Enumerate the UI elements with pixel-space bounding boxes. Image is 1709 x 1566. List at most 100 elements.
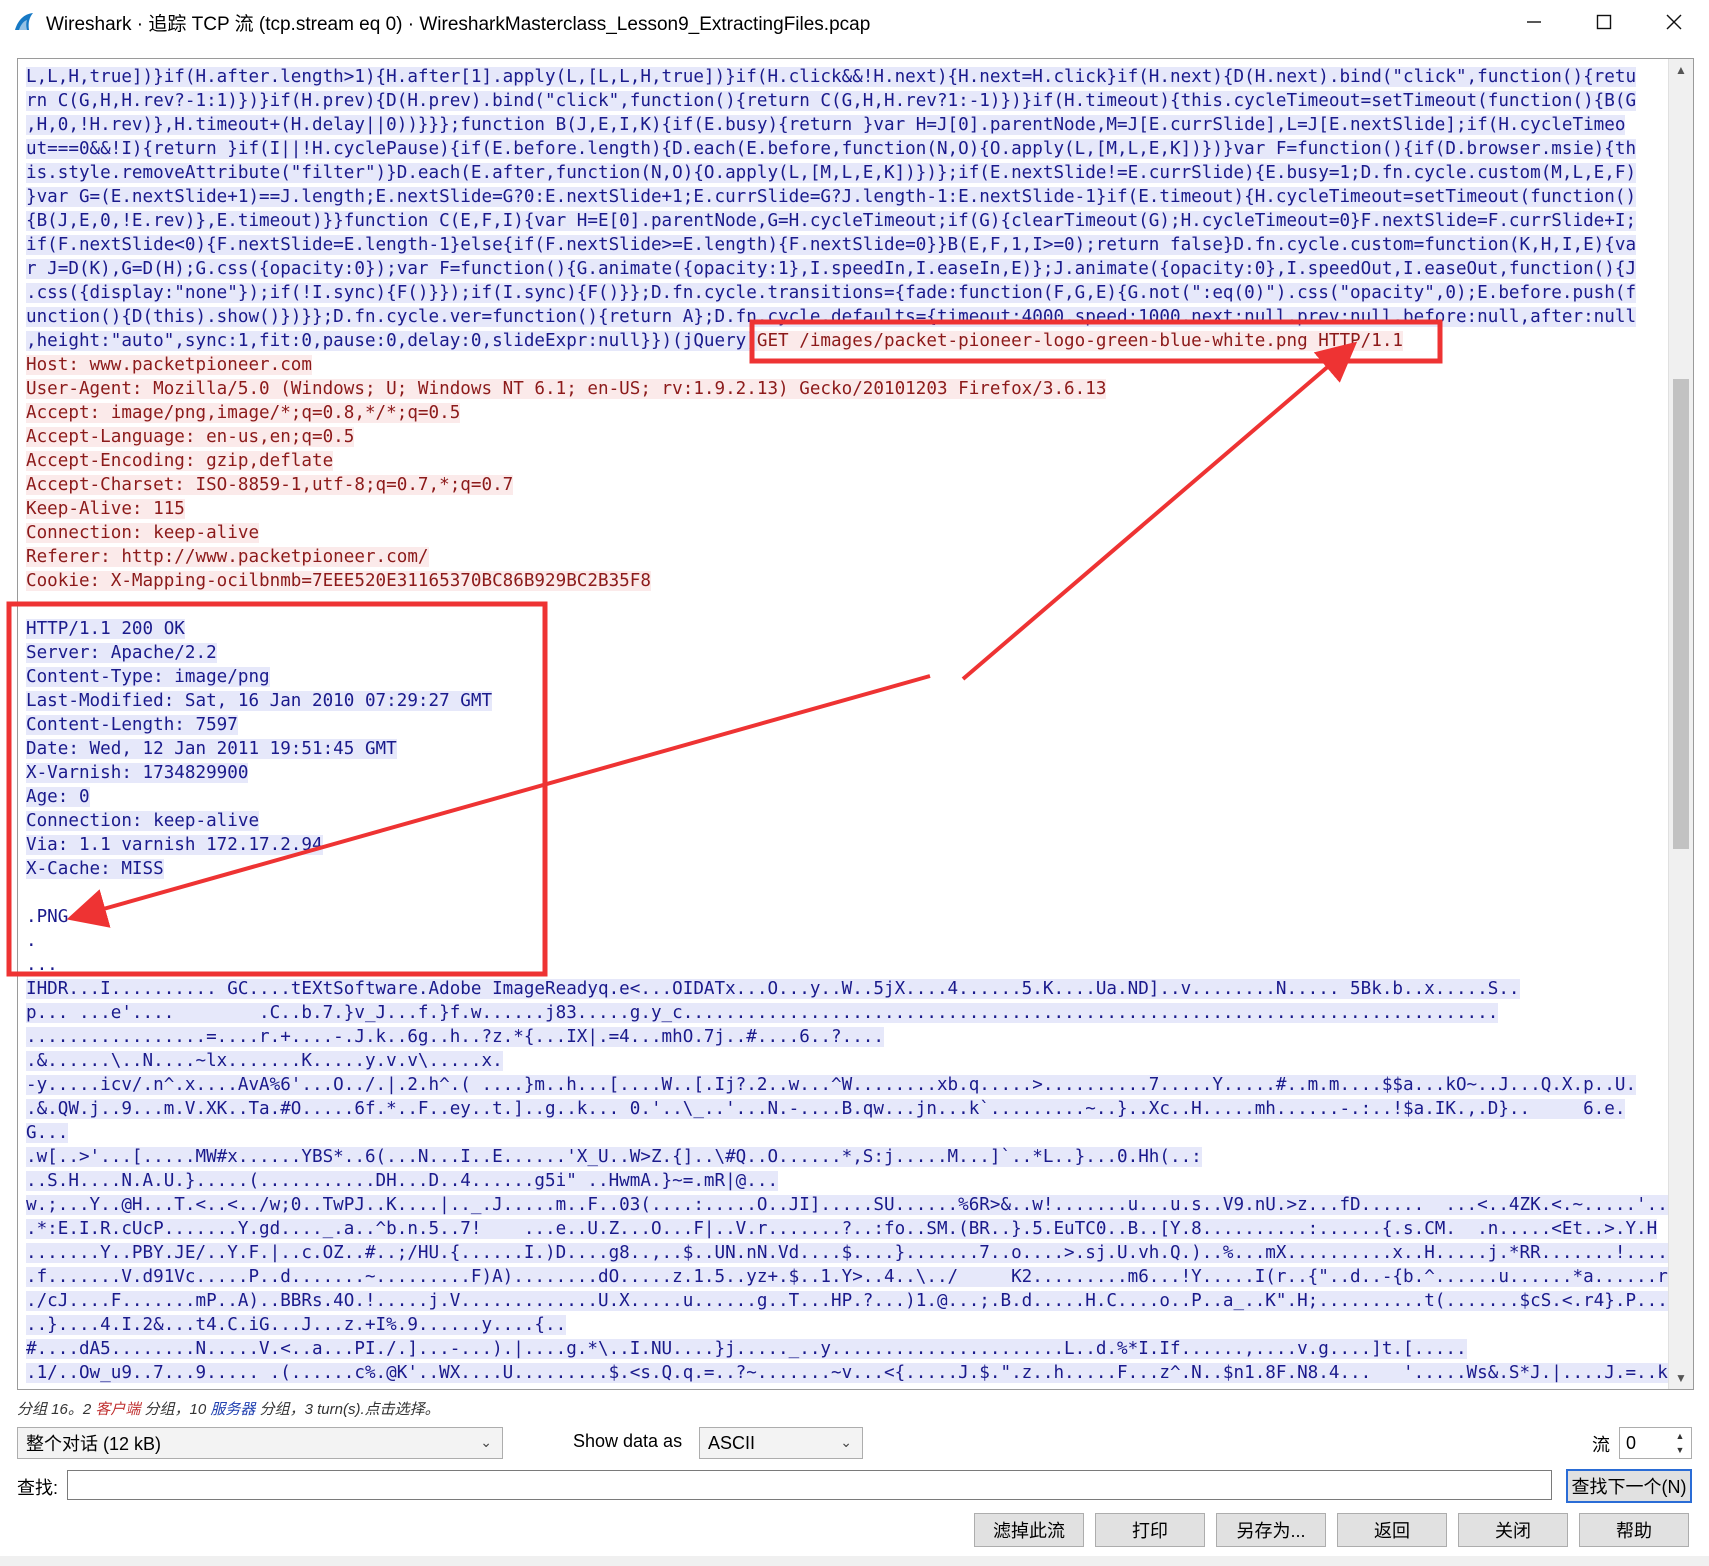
- stream-line[interactable]: ..S.H....N.A.U.}.....(...........DH...D.…: [26, 1169, 1666, 1193]
- stream-number-spinbox[interactable]: 0 ▲ ▼: [1619, 1427, 1692, 1459]
- server-data-segment[interactable]: .1/..Ow_u9..7...9..... .(......c%.@K'..W…: [26, 1363, 1693, 1383]
- stream-line[interactable]: Accept-Encoding: gzip,deflate: [26, 449, 1666, 473]
- scroll-down-icon[interactable]: ▼: [1669, 1367, 1693, 1389]
- server-data-segment[interactable]: r J=D(K),G=D(H);G.css({opacity:0});var F…: [26, 259, 1637, 279]
- stream-line[interactable]: w.;...Y..@H...T.<..<../w;0..TwPJ..K....|…: [26, 1193, 1679, 1217]
- stream-line[interactable]: Date: Wed, 12 Jan 2011 19:51:45 GMT: [26, 737, 1666, 761]
- scrollbar-thumb[interactable]: [1673, 379, 1689, 849]
- vertical-scrollbar[interactable]: ▲ ▼: [1668, 59, 1693, 1389]
- server-data-segment[interactable]: .PNG: [26, 907, 68, 927]
- server-data-segment[interactable]: .................=....r.+....-.J.k..6g..…: [26, 1027, 884, 1047]
- server-data-segment[interactable]: ./cJ....F.......mP..A)..BBRs.4O.!.....j.…: [26, 1291, 1689, 1311]
- client-data-segment[interactable]: Accept-Charset: ISO-8859-1,utf-8;q=0.7,*…: [26, 475, 514, 495]
- server-data-segment[interactable]: w.;...Y..@H...T.<..<../w;0..TwPJ..K....|…: [26, 1195, 1679, 1215]
- back-button[interactable]: 返回: [1337, 1513, 1447, 1547]
- server-data-segment[interactable]: ,H,0,!H.rev)},H.timeout+(H.delay||0))}}}…: [26, 115, 1626, 135]
- stream-line[interactable]: if(F.nextSlide<0){F.nextSlide=E.length-1…: [26, 233, 1666, 257]
- server-data-segment[interactable]: Connection: keep-alive: [26, 811, 260, 831]
- stream-content-pane[interactable]: L,L,H,true])}if(H.after.length>1){H.afte…: [17, 58, 1694, 1390]
- status-server-word[interactable]: 服务器: [210, 1401, 255, 1418]
- client-data-segment[interactable]: Keep-Alive: 115: [26, 499, 185, 519]
- stream-line[interactable]: Content-Length: 7597: [26, 713, 1666, 737]
- stream-line[interactable]: ,height:"auto",sync:1,fit:0,pause:0,dela…: [26, 329, 1666, 353]
- server-data-segment[interactable]: rn C(G,H,H.rev?-1:1)})}if(H.prev){D(H.pr…: [26, 91, 1637, 111]
- find-next-button[interactable]: 查找下一个(N): [1566, 1469, 1692, 1503]
- stream-line[interactable]: L,L,H,true])}if(H.after.length>1){H.afte…: [26, 65, 1666, 89]
- minimize-icon[interactable]: [1499, 0, 1569, 44]
- server-data-segment[interactable]: X-Varnish: 1734829900: [26, 763, 249, 783]
- server-data-segment[interactable]: Date: Wed, 12 Jan 2011 19:51:45 GMT: [26, 739, 397, 759]
- server-data-segment[interactable]: .f.......V.d91Vc.....P..d.......~.......…: [26, 1267, 1693, 1287]
- conversation-select[interactable]: 整个对话 (12 kB) ⌄: [17, 1427, 503, 1459]
- server-data-segment[interactable]: .css({display:"none"});if(!I.sync){F()}}…: [26, 283, 1637, 303]
- server-data-segment[interactable]: Content-Type: image/png: [26, 667, 270, 687]
- server-data-segment[interactable]: .: [26, 931, 37, 951]
- stream-line[interactable]: ,H,0,!H.rev)},H.timeout+(H.delay||0))}}}…: [26, 113, 1666, 137]
- stream-line[interactable]: .f.......V.d91Vc.....P..d.......~.......…: [26, 1265, 1693, 1289]
- close-icon[interactable]: [1639, 0, 1709, 44]
- stream-line[interactable]: p... ...e'.... .C..b.7.}v_J...f.}f.w....…: [26, 1001, 1666, 1025]
- stream-line[interactable]: #....dA5........N.....V.<..a...PI./.]...…: [26, 1337, 1666, 1361]
- stream-line[interactable]: .&......\..N....~lx.......K.....y.v.v\..…: [26, 1049, 1666, 1073]
- stream-line[interactable]: [26, 881, 1666, 905]
- scroll-up-icon[interactable]: ▲: [1669, 59, 1693, 81]
- stream-line[interactable]: IHDR...I.......... GC....tEXtSoftware.Ad…: [26, 977, 1666, 1001]
- server-data-segment[interactable]: .&......\..N....~lx.......K.....y.v.v\..…: [26, 1051, 503, 1071]
- stream-line[interactable]: ..}....4.I.2&...t4.C.iG...J...z.+I%.9...…: [26, 1313, 1666, 1337]
- stream-line[interactable]: .*:E.I.R.cUcP.......Y.gd...._.a..^b.n.5.…: [26, 1217, 1666, 1241]
- server-data-segment[interactable]: Content-Length: 7597: [26, 715, 238, 735]
- spin-up-icon[interactable]: ▲: [1671, 1429, 1689, 1443]
- stream-line[interactable]: [26, 593, 1666, 617]
- stream-line[interactable]: Connection: keep-alive: [26, 521, 1666, 545]
- client-data-segment[interactable]: Connection: keep-alive: [26, 523, 260, 543]
- server-data-segment[interactable]: -y.....icv/.n^.x....AvA%6'...O../.|.2.h^…: [26, 1075, 1637, 1095]
- stream-line[interactable]: Server: Apache/2.2: [26, 641, 1666, 665]
- stream-line[interactable]: Accept: image/png,image/*;q=0.8,*/*;q=0.…: [26, 401, 1666, 425]
- server-data-segment[interactable]: ...: [26, 955, 58, 975]
- stream-line[interactable]: .w[..>'...[.....MW#x......YBS*..6(...N..…: [26, 1145, 1666, 1169]
- stream-line[interactable]: Referer: http://www.packetpioneer.com/: [26, 545, 1666, 569]
- stream-line[interactable]: rn C(G,H,H.rev?-1:1)})}if(H.prev){D(H.pr…: [26, 89, 1666, 113]
- server-data-segment[interactable]: #....dA5........N.....V.<..a...PI./.]...…: [26, 1339, 1467, 1359]
- stream-line[interactable]: .css({display:"none"});if(!I.sync){F()}}…: [26, 281, 1666, 305]
- save-as-button[interactable]: 另存为...: [1216, 1513, 1326, 1547]
- stream-line[interactable]: Content-Type: image/png: [26, 665, 1666, 689]
- stream-line[interactable]: ./cJ....F.......mP..A)..BBRs.4O.!.....j.…: [26, 1289, 1689, 1313]
- stream-line[interactable]: r J=D(K),G=D(H);G.css({opacity:0});var F…: [26, 257, 1666, 281]
- stream-line[interactable]: Via: 1.1 varnish 172.17.2.94: [26, 833, 1666, 857]
- status-client-word[interactable]: 客户端: [95, 1401, 140, 1418]
- server-data-segment[interactable]: L,L,H,true])}if(H.after.length>1){H.afte…: [26, 67, 1637, 87]
- server-data-segment[interactable]: .*:E.I.R.cUcP.......Y.gd...._.a..^b.n.5.…: [26, 1219, 1658, 1239]
- server-data-segment[interactable]: if(F.nextSlide<0){F.nextSlide=E.length-1…: [26, 235, 1637, 255]
- find-input[interactable]: [67, 1470, 1552, 1500]
- client-data-segment[interactable]: Referer: http://www.packetpioneer.com/: [26, 547, 429, 567]
- client-data-segment[interactable]: GET /images/packet-pioneer-logo-green-bl…: [756, 331, 1404, 351]
- stream-line[interactable]: X-Varnish: 1734829900: [26, 761, 1666, 785]
- stream-line[interactable]: ut===0&&!I){return }if(I||!H.cyclePause)…: [26, 137, 1666, 161]
- server-data-segment[interactable]: .w[..>'...[.....MW#x......YBS*..6(...N..…: [26, 1147, 1202, 1167]
- spin-down-icon[interactable]: ▼: [1671, 1443, 1689, 1457]
- stream-line[interactable]: .&.QW.j..9...m.V.XK..Ta.#O.....6f.*..F..…: [26, 1097, 1666, 1121]
- server-data-segment[interactable]: HTTP/1.1 200 OK: [26, 619, 185, 639]
- show-data-as-select[interactable]: ASCII ⌄: [699, 1427, 863, 1459]
- stream-line[interactable]: User-Agent: Mozilla/5.0 (Windows; U; Win…: [26, 377, 1666, 401]
- stream-line[interactable]: unction(){D(this).show()})}};D.fn.cycle.…: [26, 305, 1666, 329]
- help-button[interactable]: 帮助: [1579, 1513, 1689, 1547]
- stream-line[interactable]: {B(J,E,0,!E.rev)},E.timeout)}}function C…: [26, 209, 1666, 233]
- server-data-segment[interactable]: G...: [26, 1123, 69, 1143]
- server-data-segment[interactable]: Via: 1.1 varnish 172.17.2.94: [26, 835, 323, 855]
- stream-text[interactable]: L,L,H,true])}if(H.after.length>1){H.afte…: [26, 65, 1693, 1385]
- stream-line[interactable]: HTTP/1.1 200 OK: [26, 617, 1666, 641]
- server-data-segment[interactable]: .......Y..PBY.JE/..Y.F.|..c.OZ..#..;/HU.…: [26, 1243, 1689, 1263]
- server-data-segment[interactable]: X-Cache: MISS: [26, 859, 164, 879]
- client-data-segment[interactable]: User-Agent: Mozilla/5.0 (Windows; U; Win…: [26, 379, 1107, 399]
- client-data-segment[interactable]: Accept-Language: en-us,en;q=0.5: [26, 427, 355, 447]
- stream-line[interactable]: .......Y..PBY.JE/..Y.F.|..c.OZ..#..;/HU.…: [26, 1241, 1689, 1265]
- client-data-segment[interactable]: Cookie: X-Mapping-ocilbnmb=7EEE520E31165…: [26, 571, 651, 591]
- stream-line[interactable]: .: [26, 929, 1666, 953]
- stream-line[interactable]: -y.....icv/.n^.x....AvA%6'...O../.|.2.h^…: [26, 1073, 1666, 1097]
- close-button[interactable]: 关闭: [1458, 1513, 1568, 1547]
- stream-line[interactable]: Last-Modified: Sat, 16 Jan 2010 07:29:27…: [26, 689, 1666, 713]
- server-data-segment[interactable]: }var G=(E.nextSlide+1)==J.length;E.nextS…: [26, 187, 1637, 207]
- stream-line[interactable]: ...: [26, 953, 1666, 977]
